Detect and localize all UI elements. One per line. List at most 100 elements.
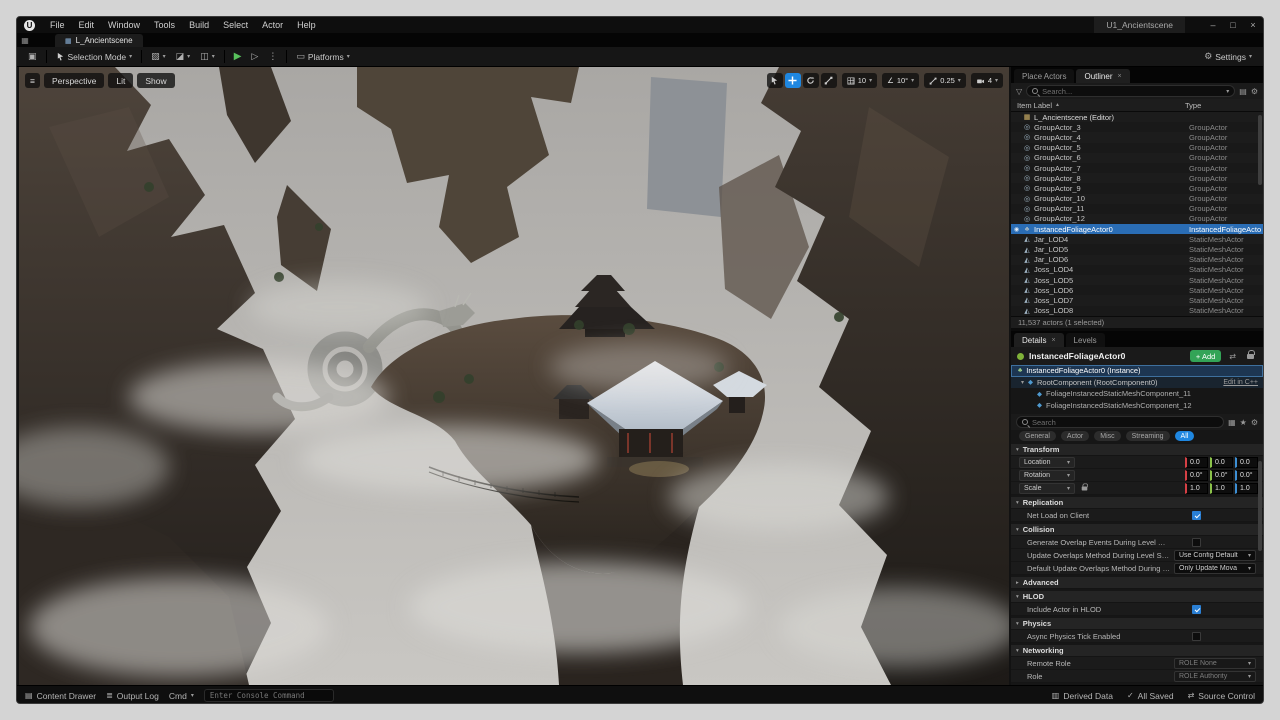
tab-place-actors[interactable]: Place Actors bbox=[1014, 69, 1075, 83]
play-button[interactable]: ▶ bbox=[229, 49, 247, 65]
async-physics-checkbox[interactable] bbox=[1192, 631, 1201, 641]
outliner-row[interactable]: ◎ GroupActor_9 GroupActor bbox=[1011, 183, 1263, 194]
outliner-column-header[interactable]: Item Label ▲ Type bbox=[1011, 99, 1263, 112]
perspective-dropdown[interactable]: Perspective bbox=[43, 73, 105, 88]
filter-actor[interactable]: Actor bbox=[1060, 431, 1090, 441]
section-physics[interactable]: ▾ Physics bbox=[1011, 618, 1263, 630]
scale-lock-icon[interactable] bbox=[1081, 482, 1089, 491]
outliner-row[interactable]: ◭ Joss_LOD5 StaticMeshActor bbox=[1011, 275, 1263, 286]
outliner-row[interactable]: ◭ Joss_LOD6 StaticMeshActor bbox=[1011, 285, 1263, 296]
scale-snap-control[interactable]: 0.25 ▾ bbox=[924, 73, 966, 88]
filter-streaming[interactable]: Streaming bbox=[1125, 431, 1170, 441]
section-replication[interactable]: ▾ Replication bbox=[1011, 497, 1263, 509]
location-x-field[interactable]: 0.0 bbox=[1185, 456, 1208, 468]
rotation-x-field[interactable]: 0.0° bbox=[1185, 469, 1208, 481]
section-advanced[interactable]: ▸ Advanced bbox=[1011, 577, 1263, 589]
menu-tools[interactable]: Tools bbox=[147, 17, 182, 33]
outliner-search[interactable]: ▾ bbox=[1026, 85, 1236, 97]
outliner-row[interactable]: ◎ GroupActor_4 GroupActor bbox=[1011, 132, 1263, 143]
outliner-row[interactable]: ◎ GroupActor_10 GroupActor bbox=[1011, 193, 1263, 204]
location-space-dropdown[interactable]: Location ▾ bbox=[1019, 456, 1075, 468]
rotation-snap-control[interactable]: ∠ 10° ▾ bbox=[882, 73, 920, 88]
favorites-icon[interactable]: ★ bbox=[1240, 418, 1247, 427]
folder-icon[interactable]: ▤ bbox=[1239, 87, 1247, 96]
outliner-row[interactable]: ◎ GroupActor_3 GroupActor bbox=[1011, 122, 1263, 133]
save-button[interactable]: ▣ bbox=[23, 49, 42, 65]
derived-data-button[interactable]: ▥ Derived Data bbox=[1052, 691, 1113, 701]
play-options-button[interactable]: ⋮ bbox=[263, 49, 282, 65]
menu-select[interactable]: Select bbox=[216, 17, 255, 33]
console-command-field[interactable] bbox=[203, 689, 334, 702]
level-tab[interactable]: ▦ L_Ancientscene bbox=[55, 34, 143, 47]
menu-file[interactable]: File bbox=[43, 17, 72, 33]
details-scrollbar[interactable] bbox=[1258, 461, 1262, 551]
outliner-row[interactable]: ◎ GroupActor_11 GroupActor bbox=[1011, 203, 1263, 214]
outliner-row[interactable]: ◎ GroupActor_6 GroupActor bbox=[1011, 152, 1263, 163]
details-search[interactable] bbox=[1016, 416, 1225, 428]
layout-icon[interactable]: ▦ bbox=[17, 33, 33, 47]
outliner-row[interactable]: ◎ GroupActor_5 GroupActor bbox=[1011, 142, 1263, 153]
grid-view-icon[interactable]: ▦ bbox=[1228, 418, 1236, 427]
outliner-row[interactable]: ◭ Jar_LOD4 StaticMeshActor bbox=[1011, 234, 1263, 245]
component-row-foliage-12[interactable]: ◆ FoliageInstancedStaticMeshComponent_12 bbox=[1011, 400, 1263, 412]
outliner-settings-icon[interactable]: ⚙ bbox=[1251, 87, 1258, 96]
role-dropdown[interactable]: ROLE Authority ▾ bbox=[1174, 670, 1256, 682]
source-control-button[interactable]: ⇄ Source Control bbox=[1188, 691, 1255, 701]
component-row-root[interactable]: ▾ ◆ RootComponent (RootComponent0) Edit … bbox=[1011, 376, 1263, 388]
selection-mode-dropdown[interactable]: Selection Mode ▾ bbox=[51, 49, 138, 65]
maximize-button[interactable]: □ bbox=[1223, 17, 1243, 33]
outliner-row[interactable]: ◭ Joss_LOD4 StaticMeshActor bbox=[1011, 264, 1263, 275]
net-load-checkbox[interactable] bbox=[1192, 510, 1201, 520]
default-update-overlaps-dropdown[interactable]: Only Update Mova ▾ bbox=[1174, 562, 1256, 574]
section-hlod[interactable]: ▾ HLOD bbox=[1011, 591, 1263, 603]
menu-edit[interactable]: Edit bbox=[72, 17, 102, 33]
component-row-foliage-11[interactable]: ◆ FoliageInstancedStaticMeshComponent_11 bbox=[1011, 388, 1263, 400]
outliner-row[interactable]: ◎ GroupActor_8 GroupActor bbox=[1011, 173, 1263, 184]
details-search-input[interactable] bbox=[1032, 417, 1219, 427]
add-component-button[interactable]: + Add bbox=[1189, 350, 1222, 362]
close-tab-icon[interactable]: × bbox=[1117, 73, 1121, 80]
menu-actor[interactable]: Actor bbox=[255, 17, 290, 33]
tab-details[interactable]: Details × bbox=[1014, 333, 1064, 347]
include-hlod-checkbox[interactable] bbox=[1192, 604, 1201, 614]
section-collision[interactable]: ▾ Collision bbox=[1011, 524, 1263, 536]
camera-speed-control[interactable]: 4 ▾ bbox=[970, 73, 1003, 88]
section-transform[interactable]: ▾ Transform bbox=[1011, 444, 1263, 456]
location-z-field[interactable]: 0.0 bbox=[1235, 456, 1258, 468]
scale-x-field[interactable]: 1.0 bbox=[1185, 482, 1208, 494]
outliner-row[interactable]: ◭ Joss_LOD7 StaticMeshActor bbox=[1011, 295, 1263, 306]
outliner-scrollbar[interactable] bbox=[1258, 115, 1262, 185]
close-tab-icon[interactable]: × bbox=[1051, 337, 1055, 344]
launch-button[interactable]: ▷ bbox=[246, 49, 263, 65]
console-input[interactable] bbox=[209, 691, 328, 700]
filter-general[interactable]: General bbox=[1019, 431, 1056, 441]
output-log-button[interactable]: ≣ Output Log bbox=[106, 691, 159, 701]
menu-help[interactable]: Help bbox=[290, 17, 323, 33]
expander-icon[interactable]: ▾ bbox=[1021, 379, 1024, 386]
browse-icon[interactable]: ⇄ bbox=[1226, 352, 1239, 361]
rotation-z-field[interactable]: 0.0° bbox=[1235, 469, 1258, 481]
section-networking[interactable]: ▾ Networking bbox=[1011, 645, 1263, 657]
menu-build[interactable]: Build bbox=[182, 17, 216, 33]
select-tool-button[interactable] bbox=[766, 73, 783, 88]
viewport-canvas[interactable]: ≡ Perspective Lit Show 10 ▾ ∠ 10° ▾ 0.25… bbox=[19, 67, 1009, 685]
show-dropdown[interactable]: Show bbox=[137, 73, 175, 88]
unreal-logo-icon[interactable]: U bbox=[24, 19, 35, 31]
minimize-button[interactable]: – bbox=[1203, 17, 1223, 33]
platforms-dropdown[interactable]: ▭ Platforms ▾ bbox=[291, 49, 354, 65]
outliner-row[interactable]: ◎ GroupActor_7 GroupActor bbox=[1011, 162, 1263, 174]
move-tool-button[interactable] bbox=[784, 73, 801, 88]
outliner-search-input[interactable] bbox=[1042, 86, 1223, 96]
component-row-instance[interactable]: ♣ InstancedFoliageActor0 (Instance) bbox=[1011, 365, 1263, 377]
filter-all[interactable]: All bbox=[1174, 431, 1195, 441]
tab-levels[interactable]: Levels bbox=[1065, 333, 1105, 347]
filter-icon[interactable]: ▽ bbox=[1016, 87, 1022, 96]
outliner-row[interactable]: ◭ Jar_LOD5 StaticMeshActor bbox=[1011, 244, 1263, 255]
lock-icon[interactable] bbox=[1244, 349, 1257, 361]
outliner-row[interactable]: ◎ GroupActor_12 GroupActor bbox=[1011, 213, 1263, 225]
location-y-field[interactable]: 0.0 bbox=[1210, 456, 1233, 468]
grid-snap-control[interactable]: 10 ▾ bbox=[841, 73, 878, 88]
outliner-row[interactable]: ◭ Jar_LOD6 StaticMeshActor bbox=[1011, 254, 1263, 265]
eye-icon[interactable]: ◉ bbox=[1011, 226, 1022, 233]
scale-space-dropdown[interactable]: Scale ▾ bbox=[1019, 482, 1075, 494]
